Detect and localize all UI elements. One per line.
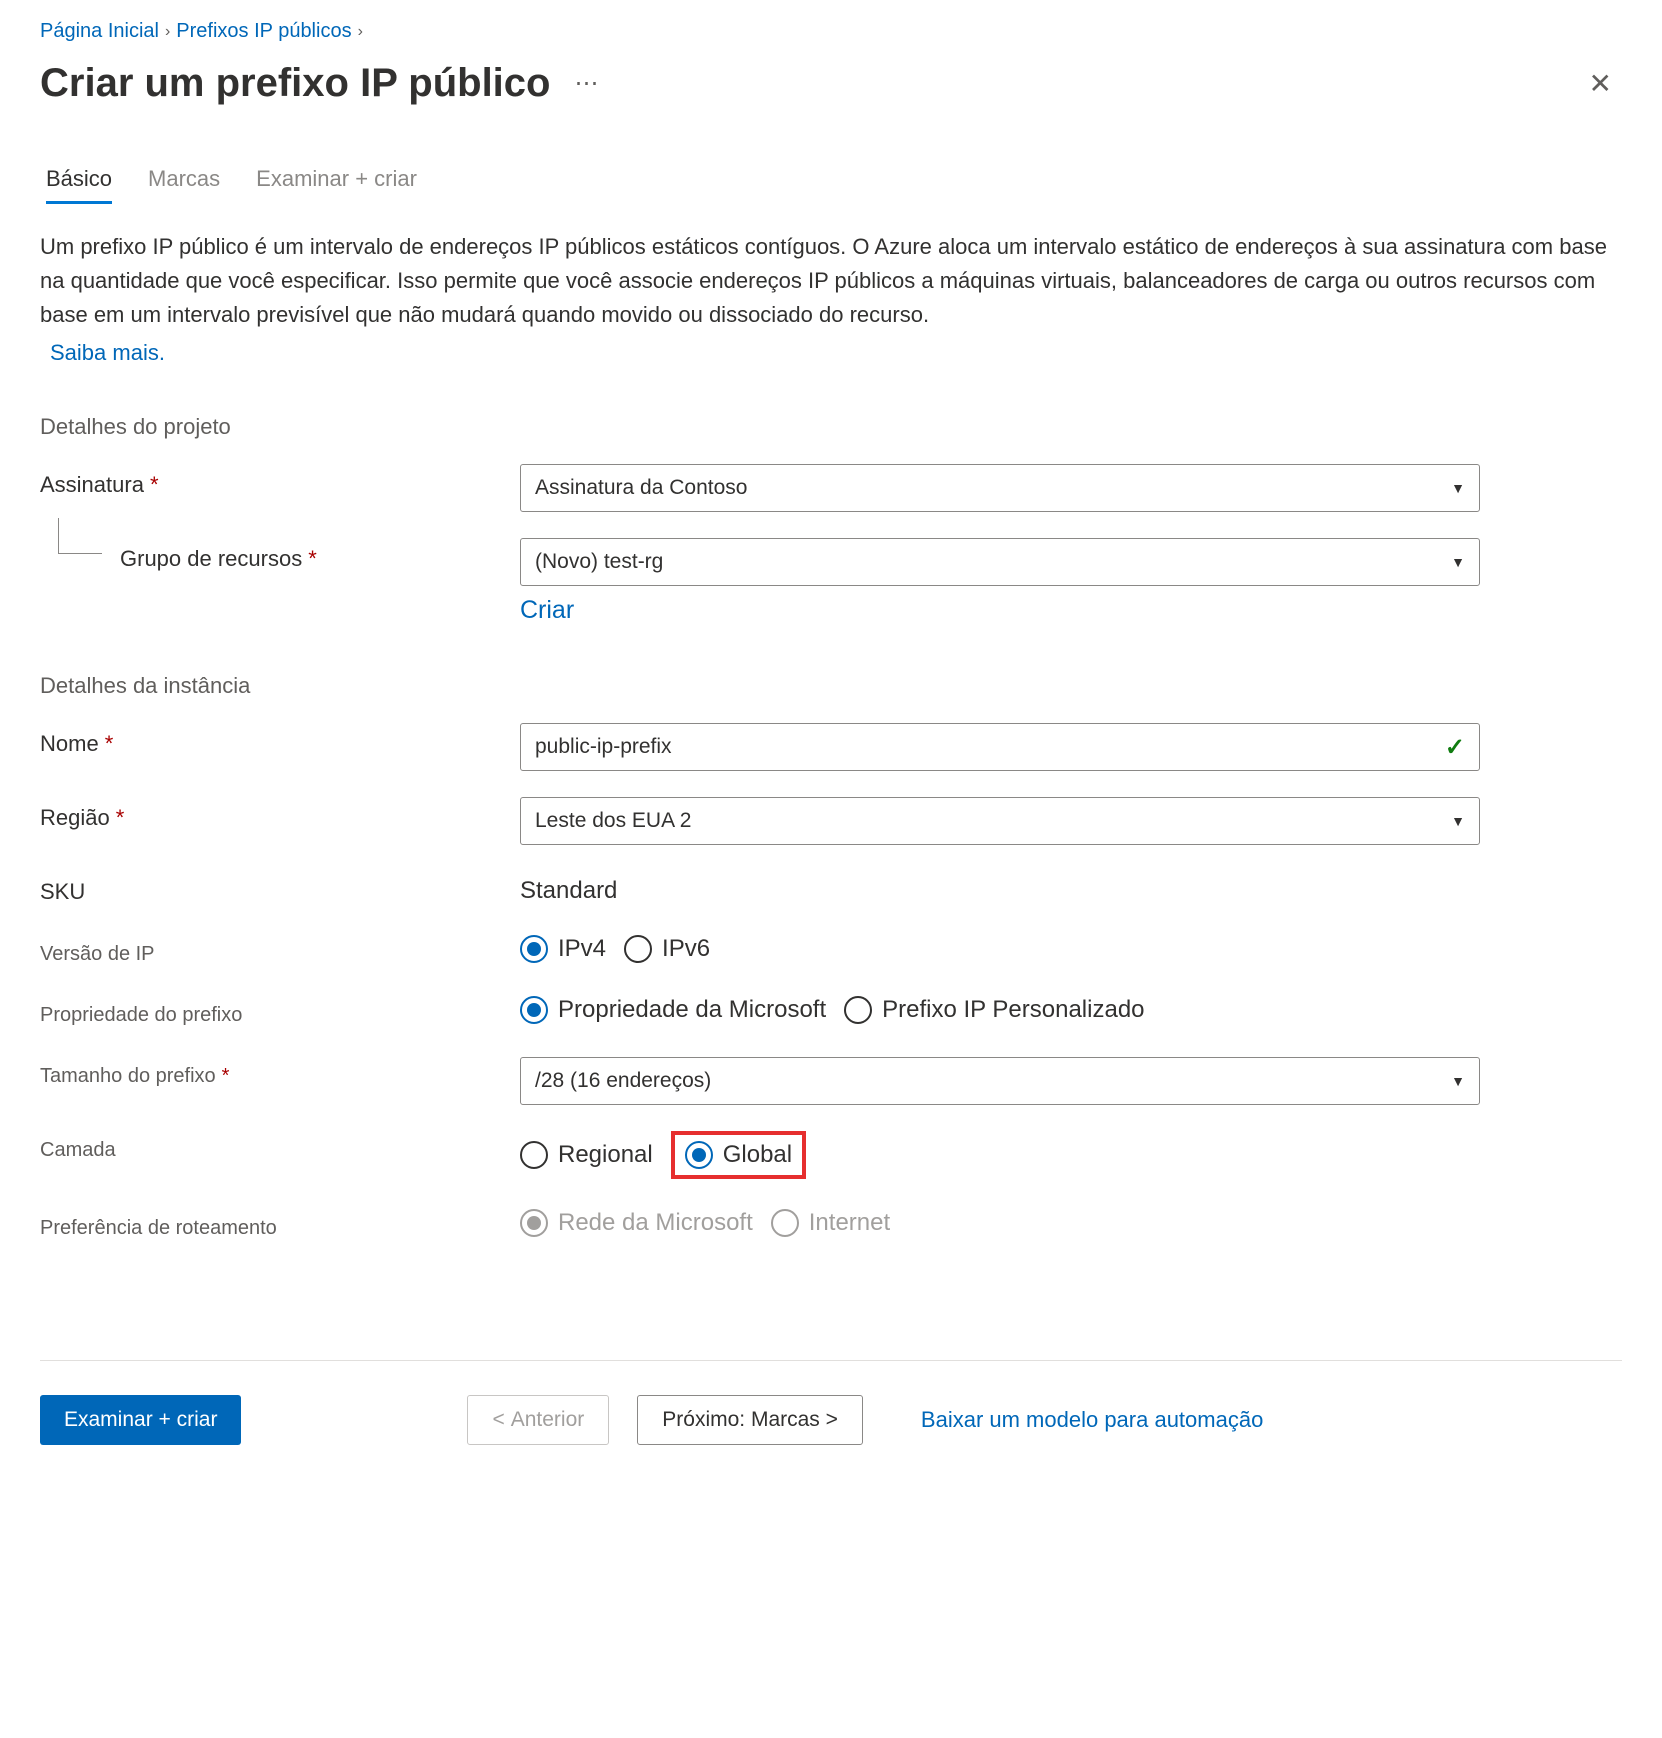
radio-icon: [844, 996, 872, 1024]
label-tier: Camada: [40, 1131, 520, 1162]
region-value: Leste dos EUA 2: [535, 809, 691, 833]
radio-ipv4[interactable]: IPv4: [520, 935, 606, 963]
chevron-down-icon: ▼: [1451, 554, 1465, 570]
resource-group-select[interactable]: (Novo) test-rg ▼: [520, 538, 1480, 586]
radio-regional[interactable]: Regional: [520, 1141, 653, 1169]
check-icon: ✓: [1445, 733, 1465, 762]
next-button[interactable]: Próximo: Marcas >: [637, 1395, 863, 1445]
download-template-link[interactable]: Baixar um modelo para automação: [921, 1407, 1263, 1433]
radio-icon: [520, 996, 548, 1024]
name-input-wrap: ✓: [520, 723, 1480, 771]
section-instance-details: Detalhes da instância: [40, 673, 1622, 699]
tabs: Básico Marcas Examinar + criar: [40, 166, 1622, 202]
prefix-size-value: /28 (16 endereços): [535, 1069, 711, 1093]
title-row: Criar um prefixo IP público ⋯ ✕: [40, 61, 1622, 106]
radio-icon: [520, 935, 548, 963]
chevron-down-icon: ▼: [1451, 813, 1465, 829]
tab-tags[interactable]: Marcas: [148, 166, 220, 202]
tree-line-icon: [58, 518, 102, 554]
chevron-right-icon: ›: [165, 23, 170, 41]
footer: Examinar + criar < Anterior Próximo: Mar…: [40, 1360, 1622, 1445]
breadcrumb-home[interactable]: Página Inicial: [40, 20, 159, 43]
label-subscription: Assinatura*: [40, 464, 520, 498]
label-prefix-size: Tamanho do prefixo*: [40, 1057, 520, 1088]
radio-internet: Internet: [771, 1209, 890, 1237]
label-ip-version: Versão de IP: [40, 935, 520, 966]
create-new-rg-link[interactable]: Criar: [520, 596, 574, 625]
chevron-right-icon: ›: [358, 23, 363, 41]
prefix-size-select[interactable]: /28 (16 endereços) ▼: [520, 1057, 1480, 1105]
close-icon[interactable]: ✕: [1579, 67, 1622, 100]
label-name: Nome*: [40, 723, 520, 757]
highlight-global: Global: [671, 1131, 806, 1179]
radio-icon: [520, 1141, 548, 1169]
name-input[interactable]: [535, 735, 1445, 759]
breadcrumb: Página Inicial › Prefixos IP públicos ›: [40, 20, 1622, 43]
label-region: Região*: [40, 797, 520, 831]
radio-icon: [771, 1209, 799, 1237]
breadcrumb-prefixes[interactable]: Prefixos IP públicos: [176, 20, 351, 43]
radio-icon: [520, 1209, 548, 1237]
radio-msft-network: Rede da Microsoft: [520, 1209, 753, 1237]
region-select[interactable]: Leste dos EUA 2 ▼: [520, 797, 1480, 845]
tab-review-create[interactable]: Examinar + criar: [256, 166, 417, 202]
review-create-button[interactable]: Examinar + criar: [40, 1395, 241, 1445]
label-routing-pref: Preferência de roteamento: [40, 1209, 520, 1240]
label-sku: SKU: [40, 871, 520, 905]
radio-ipv6[interactable]: IPv6: [624, 935, 710, 963]
previous-button: < Anterior: [467, 1395, 609, 1445]
resource-group-value: (Novo) test-rg: [535, 550, 663, 574]
subscription-value: Assinatura da Contoso: [535, 476, 747, 500]
page-title: Criar um prefixo IP público: [40, 61, 550, 106]
more-actions-icon[interactable]: ⋯: [574, 69, 600, 98]
radio-global[interactable]: Global: [685, 1141, 792, 1169]
radio-icon: [685, 1141, 713, 1169]
section-project-details: Detalhes do projeto: [40, 414, 1622, 440]
radio-custom-prefix[interactable]: Prefixo IP Personalizado: [844, 996, 1144, 1024]
sku-value: Standard: [520, 871, 1480, 905]
tab-basic[interactable]: Básico: [46, 166, 112, 202]
chevron-left-icon: <: [492, 1408, 504, 1432]
chevron-down-icon: ▼: [1451, 480, 1465, 496]
learn-more-link[interactable]: Saiba mais.: [50, 340, 165, 365]
intro-text: Um prefixo IP público é um intervalo de …: [40, 230, 1610, 332]
label-prefix-ownership: Propriedade do prefixo: [40, 996, 520, 1027]
subscription-select[interactable]: Assinatura da Contoso ▼: [520, 464, 1480, 512]
radio-msft-owned[interactable]: Propriedade da Microsoft: [520, 996, 826, 1024]
chevron-down-icon: ▼: [1451, 1073, 1465, 1089]
radio-icon: [624, 935, 652, 963]
label-resource-group: Grupo de recursos*: [40, 538, 520, 572]
